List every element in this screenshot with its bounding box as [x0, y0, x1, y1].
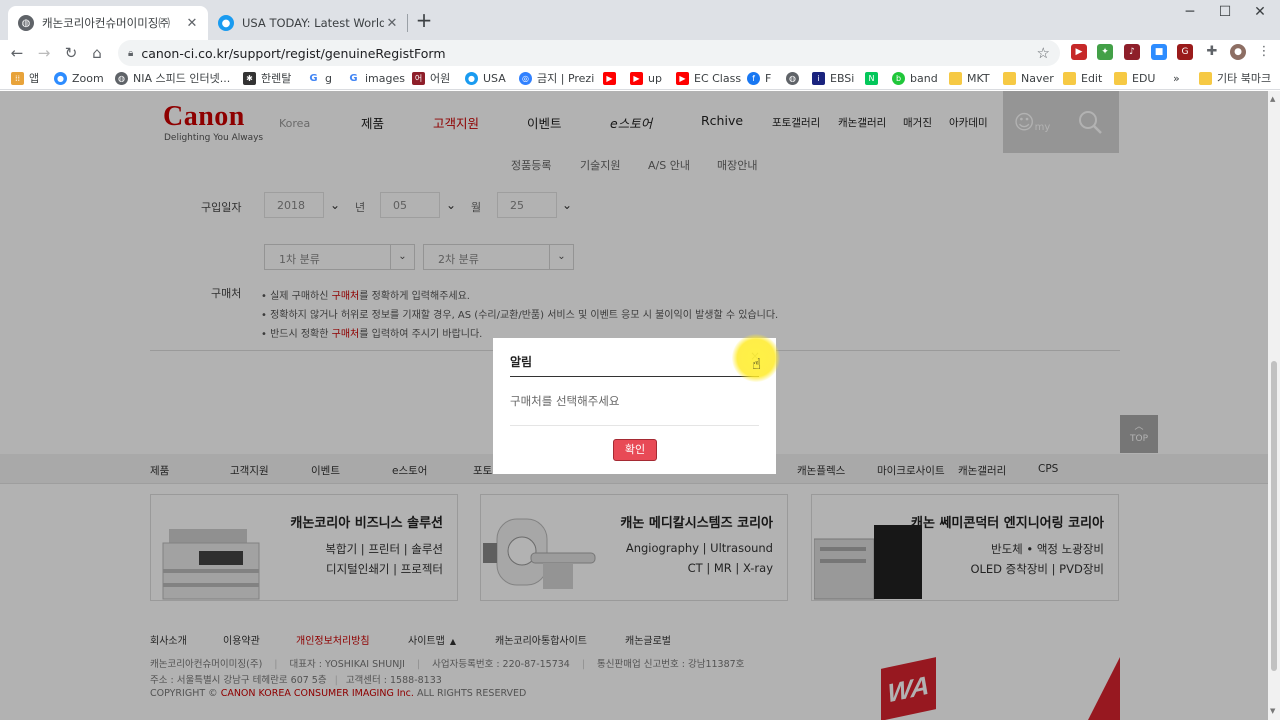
bookmarks-bar: ⁞⁞ 앱 ● Zoom ◍ NIA 스피드 인터넷... ✱ 한렌탈 Gg Gimage… [0, 66, 1280, 90]
bookmark-item[interactable]: Edit [1063, 70, 1102, 86]
dialog-divider [510, 425, 759, 426]
youtube-icon: ▶ [676, 71, 689, 85]
bookmark-item[interactable]: N [865, 70, 883, 86]
other-bookmarks[interactable]: 기타 북마크 [1199, 70, 1271, 86]
window-close-icon[interactable]: ✕ [1243, 4, 1277, 24]
avatar[interactable]: ● [1230, 44, 1246, 60]
forward-icon[interactable]: → [33, 42, 55, 64]
folder-icon [1063, 71, 1076, 85]
bookmark-item[interactable]: b band [892, 70, 938, 86]
address-bar[interactable]: 🔒︎ canon-ci.co.kr/support/regist/genuine… [118, 40, 1060, 66]
bookmark-item[interactable]: ⁞⁞ 앱 [11, 70, 39, 86]
bookmark-item[interactable]: Naver [1003, 70, 1054, 86]
confirm-button[interactable]: 확인 [613, 439, 657, 461]
usa-icon: ● [465, 71, 478, 85]
hanrental-icon: ✱ [243, 71, 256, 85]
bookmark-item[interactable]: ◎ 금지 | Prezi [519, 70, 594, 86]
apps-grid-icon: ⁞⁞ [11, 71, 24, 85]
zoom-extension-icon[interactable]: ■ [1151, 44, 1167, 60]
bookmark-item[interactable]: fF [747, 70, 771, 86]
bookmark-item[interactable]: EDU [1114, 70, 1155, 86]
scrollbar-thumb[interactable] [1271, 361, 1277, 671]
close-icon[interactable]: ✕ [184, 16, 200, 31]
bookmark-item[interactable]: ▶ EC Class [676, 70, 741, 86]
bookmark-item[interactable]: ◍ NIA 스피드 인터넷... [115, 70, 230, 86]
more-bookmarks-button[interactable]: » [1173, 70, 1180, 86]
tab-title: USA TODAY: Latest World and US [242, 16, 384, 30]
extension-icon[interactable]: ▶ [1071, 44, 1087, 60]
menu-dots-icon[interactable]: ⋮ [1256, 44, 1272, 60]
back-icon[interactable]: ← [6, 42, 28, 64]
star-icon[interactable]: ☆ [1037, 44, 1050, 62]
scroll-down-icon[interactable]: ▼ [1270, 707, 1275, 715]
bookmark-item[interactable]: ● USA [465, 70, 506, 86]
folder-icon [1199, 71, 1212, 85]
home-icon[interactable]: ⌂ [86, 42, 108, 64]
bookmark-item[interactable]: Gg [307, 70, 332, 86]
zoom-icon: ● [54, 71, 67, 85]
globe-icon: ◍ [115, 71, 128, 85]
usatoday-icon: ● [218, 15, 234, 31]
puzzle-icon[interactable]: ✚ [1204, 44, 1220, 60]
bookmark-item[interactable]: Gimages [347, 70, 405, 86]
tab-separator [407, 14, 408, 32]
hand-cursor-icon: ☝ [752, 355, 762, 373]
folder-icon [1003, 71, 1016, 85]
dialog-divider [510, 376, 759, 377]
prezi-icon: ◎ [519, 71, 532, 85]
globe-icon: ◍ [18, 15, 34, 31]
scroll-up-icon[interactable]: ▲ [1270, 95, 1275, 103]
new-tab-button[interactable]: + [414, 10, 434, 32]
extension-icon[interactable]: ♪ [1124, 44, 1140, 60]
maximize-icon[interactable]: ☐ [1208, 4, 1242, 24]
band-icon: b [892, 71, 905, 85]
browser-toolbar: ← → ↻ ⌂ 🔒︎ canon-ci.co.kr/support/regist… [0, 40, 1280, 66]
reload-icon[interactable]: ↻ [60, 42, 82, 64]
google-icon: G [307, 71, 320, 85]
lock-icon: 🔒︎ [128, 47, 134, 59]
dialog-message: 구매처를 선택해주세요 [510, 394, 620, 408]
url-text: canon-ci.co.kr/support/regist/genuineReg… [141, 45, 446, 61]
youtube-icon: ▶ [603, 71, 616, 85]
bookmark-item[interactable]: ● Zoom [54, 70, 104, 86]
bookmark-item[interactable]: i EBSi [812, 70, 854, 86]
globe-icon: ◍ [786, 71, 799, 85]
browser-tabbar: ◍ 캐논코리아컨슈머이미징㈜ ✕ ● USA TODAY: Latest Wor… [0, 0, 1280, 40]
bookmark-item[interactable]: ▶ up [630, 70, 662, 86]
bookmark-item[interactable]: ✱ 한렌탈 [243, 70, 291, 86]
tab-canon[interactable]: ◍ 캐논코리아컨슈머이미징㈜ ✕ [8, 6, 208, 40]
facebook-icon: f [747, 71, 760, 85]
close-icon[interactable]: ✕ [384, 16, 400, 31]
folder-icon [1114, 71, 1127, 85]
bookmark-item[interactable]: MKT [949, 70, 990, 86]
extension-icon[interactable]: G [1177, 44, 1193, 60]
extension-icon[interactable]: ✦ [1097, 44, 1113, 60]
tab-title: 캐논코리아컨슈머이미징㈜ [42, 16, 170, 30]
dialog-title: 알림 [510, 355, 533, 369]
google-icon: G [347, 71, 360, 85]
bookmark-icon: 어 [412, 71, 425, 85]
naver-icon: N [865, 71, 878, 85]
youtube-icon: ▶ [630, 71, 643, 85]
bookmark-item[interactable]: ◍ [786, 70, 804, 86]
bookmark-item[interactable]: ▶ [603, 70, 621, 86]
tab-usatoday[interactable]: ● USA TODAY: Latest World and US ✕ [208, 6, 408, 40]
page-scrollbar[interactable]: ▲ ▼ [1268, 91, 1280, 720]
bookmark-item[interactable]: 어 어원 [412, 70, 450, 86]
ebsi-icon: i [812, 71, 825, 85]
minimize-icon[interactable]: ─ [1173, 4, 1207, 24]
folder-icon [949, 71, 962, 85]
